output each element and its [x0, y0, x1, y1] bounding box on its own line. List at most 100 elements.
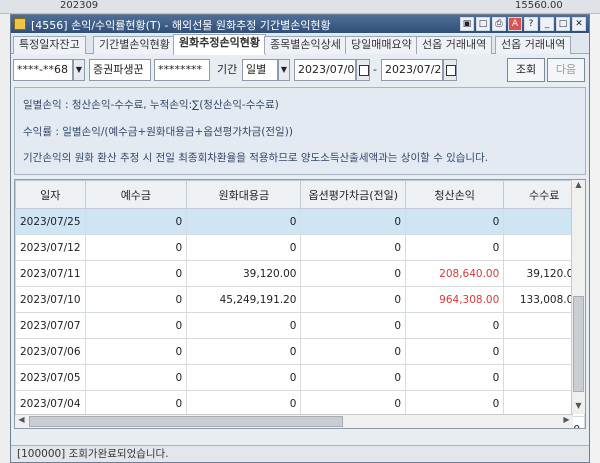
table-row[interactable]: 2023/07/11 0 39,120.00 0 208,640.00 39,120.00 — [15, 260, 585, 287]
print-icon[interactable]: ⎙ — [492, 17, 506, 31]
search-button[interactable]: 조회 — [507, 58, 545, 82]
deposit-cell: 0 — [84, 312, 188, 339]
date-cell: 2023/07/10 — [15, 286, 86, 313]
help-icon[interactable]: ? — [524, 17, 538, 31]
font-icon[interactable]: A — [508, 17, 522, 31]
table-row[interactable]: 2023/07/2500000 — [15, 208, 585, 235]
option-eval-cell: 0 — [300, 208, 407, 235]
info-line-return-rate: 수익률 : 일별손익/(예수금+원화대용금+옵션평가차금(전일)) — [23, 126, 293, 138]
info-line-notice: 기간손익의 원화 환산 추정 시 전일 최종회차환율을 적용하므로 양도소득산출… — [23, 152, 489, 164]
horizontal-scroll-thumb[interactable] — [29, 416, 343, 427]
table-row[interactable]: 2023/07/1200000 — [15, 234, 585, 261]
option-eval-cell: 0 — [300, 286, 407, 313]
period-label: 기간 — [217, 63, 238, 76]
option-eval-cell: 0 — [300, 338, 407, 365]
date-cell: 2023/07/11 — [15, 260, 86, 287]
date-cell: 2023/07/25 — [15, 208, 86, 235]
start-date-field[interactable]: 2023/07/01 — [294, 59, 356, 81]
account-name-field: 증권파생꾼 — [89, 59, 151, 81]
tab-period-pnl[interactable]: 기간별손익현황 — [93, 36, 176, 54]
header-deposit[interactable]: 예수금 — [84, 180, 188, 209]
maximize-icon[interactable]: □ — [556, 17, 570, 31]
query-toolbar: ****-**68 ▼ 증권파생꾼 ******** 기간 일별 ▼ 2023/… — [11, 56, 589, 84]
next-button[interactable]: 다음 — [547, 58, 585, 82]
realized-pnl-cell: 0 — [405, 338, 505, 365]
scroll-left-icon[interactable]: ◀ — [15, 415, 28, 428]
info-line-daily-pnl: 일별손익 : 청산손익-수수료, 누적손익:∑(청산손익-수수료) — [23, 99, 279, 111]
header-krw-substitute[interactable]: 원화대용금 — [186, 180, 302, 209]
account-dropdown-icon[interactable]: ▼ — [73, 59, 85, 81]
app-icon — [14, 18, 26, 30]
password-field[interactable]: ******** — [154, 59, 210, 81]
date-cell: 2023/07/05 — [15, 364, 86, 391]
date-range-dash: - — [373, 63, 377, 76]
end-calendar-icon[interactable] — [443, 59, 457, 81]
realized-pnl-cell: 0 — [405, 390, 505, 417]
tab-futures-options-history[interactable]: 선옵 거래내역 — [416, 36, 493, 54]
link-icon[interactable]: ▣ — [460, 17, 474, 31]
tab-bar: 특정일자잔고 기간별손익현황 원화추정손익현황 종목별손익상세 당일매매요약 선… — [11, 34, 589, 55]
tab-futures-options-history-2[interactable]: 선옵 거래내역 — [495, 36, 572, 54]
date-cell: 2023/07/12 — [15, 234, 86, 261]
tab-specific-date-balance[interactable]: 특정일자잔고 — [13, 36, 86, 54]
deposit-cell: 0 — [84, 364, 188, 391]
tab-item-pnl-detail[interactable]: 종목별손익상세 — [264, 36, 347, 54]
scroll-down-icon[interactable]: ▼ — [572, 401, 585, 414]
scroll-up-icon[interactable]: ▲ — [572, 180, 585, 193]
background-text-right: 15560.00 — [515, 0, 563, 11]
option-eval-cell: 0 — [300, 234, 407, 261]
account-field[interactable]: ****-**68 — [13, 59, 73, 81]
scroll-right-icon[interactable]: ▶ — [560, 415, 573, 428]
status-bar: [100000] 조회가완료되었습니다. — [11, 445, 589, 462]
date-cell: 2023/07/07 — [15, 312, 86, 339]
table-row[interactable]: 2023/07/10 0 45,249,191.20 0 964,308.00 133,0… — [15, 286, 585, 313]
minimize-icon[interactable]: _ — [540, 17, 554, 31]
pnl-grid: 일자 예수금 원화대용금 옵션평가차금(전일) 청산손익 수수료 2023/07… — [14, 179, 586, 429]
start-calendar-icon[interactable] — [356, 59, 370, 81]
deposit-cell: 0 — [84, 234, 188, 261]
close-icon[interactable]: ✕ — [572, 17, 586, 31]
table-row[interactable]: 2023/07/0700000 — [15, 312, 585, 339]
krw-substitute-cell: 39,120.00 — [186, 260, 302, 287]
horizontal-scrollbar[interactable]: ◀ ▶ — [15, 414, 573, 428]
tab-daily-trade-summary[interactable]: 당일매매요약 — [345, 36, 418, 54]
krw-substitute-cell: 45,249,191.20 — [186, 286, 302, 313]
date-cell: 2023/07/04 — [15, 390, 86, 417]
header-realized-pnl[interactable]: 청산손익 — [405, 180, 505, 209]
table-row[interactable]: 2023/07/0600000 — [15, 338, 585, 365]
deposit-cell: 0 — [84, 260, 188, 287]
window-title: [4556] 손익/수익률현황(T) - 해외선물 원화추정 기간별손익현황 — [31, 19, 331, 32]
realized-pnl-cell: 0 — [405, 312, 505, 339]
date-cell: 2023/07/06 — [15, 338, 86, 365]
period-dropdown-icon[interactable]: ▼ — [278, 59, 290, 81]
realized-pnl-cell: 0 — [405, 364, 505, 391]
tab-krw-estimated-pnl[interactable]: 원화추정손익현황 — [173, 34, 266, 55]
krw-substitute-cell: 0 — [186, 312, 302, 339]
option-eval-cell: 0 — [300, 312, 407, 339]
end-date-field[interactable]: 2023/07/25 — [381, 59, 443, 81]
title-buttons: ▣ □ ⎙ A ? _ □ ✕ — [460, 17, 586, 31]
background-text-left: 202309 — [60, 0, 99, 11]
krw-substitute-cell: 0 — [186, 390, 302, 417]
table-row[interactable]: 2023/07/0400000 — [15, 390, 585, 417]
background-app-strip: 202309 15560.00 — [0, 0, 600, 14]
table-header-row: 일자 예수금 원화대용금 옵션평가차금(전일) 청산손익 수수료 — [15, 180, 585, 209]
option-eval-cell: 0 — [300, 364, 407, 391]
option-eval-cell: 0 — [300, 390, 407, 417]
realized-pnl-cell: 0 — [405, 208, 505, 235]
vertical-scrollbar[interactable]: ▲ ▼ — [571, 180, 585, 414]
krw-substitute-cell: 0 — [186, 364, 302, 391]
period-type-select[interactable]: 일별 — [242, 59, 278, 81]
title-bar[interactable]: [4556] 손익/수익률현황(T) - 해외선물 원화추정 기간별손익현황 ▣… — [11, 15, 589, 33]
header-date[interactable]: 일자 — [15, 180, 86, 209]
deposit-cell: 0 — [84, 390, 188, 417]
krw-substitute-cell: 0 — [186, 338, 302, 365]
window-icon[interactable]: □ — [476, 17, 490, 31]
vertical-scroll-thumb[interactable] — [573, 296, 584, 392]
info-panel: 일별손익 : 청산손익-수수료, 누적손익:∑(청산손익-수수료) 수익률 : … — [14, 87, 586, 175]
header-option-eval-diff[interactable]: 옵션평가차금(전일) — [300, 180, 407, 209]
option-eval-cell: 0 — [300, 260, 407, 287]
pnl-table: 일자 예수금 원화대용금 옵션평가차금(전일) 청산손익 수수료 2023/07… — [15, 180, 585, 428]
background-left-edge — [0, 14, 10, 463]
table-row[interactable]: 2023/07/0500000 — [15, 364, 585, 391]
